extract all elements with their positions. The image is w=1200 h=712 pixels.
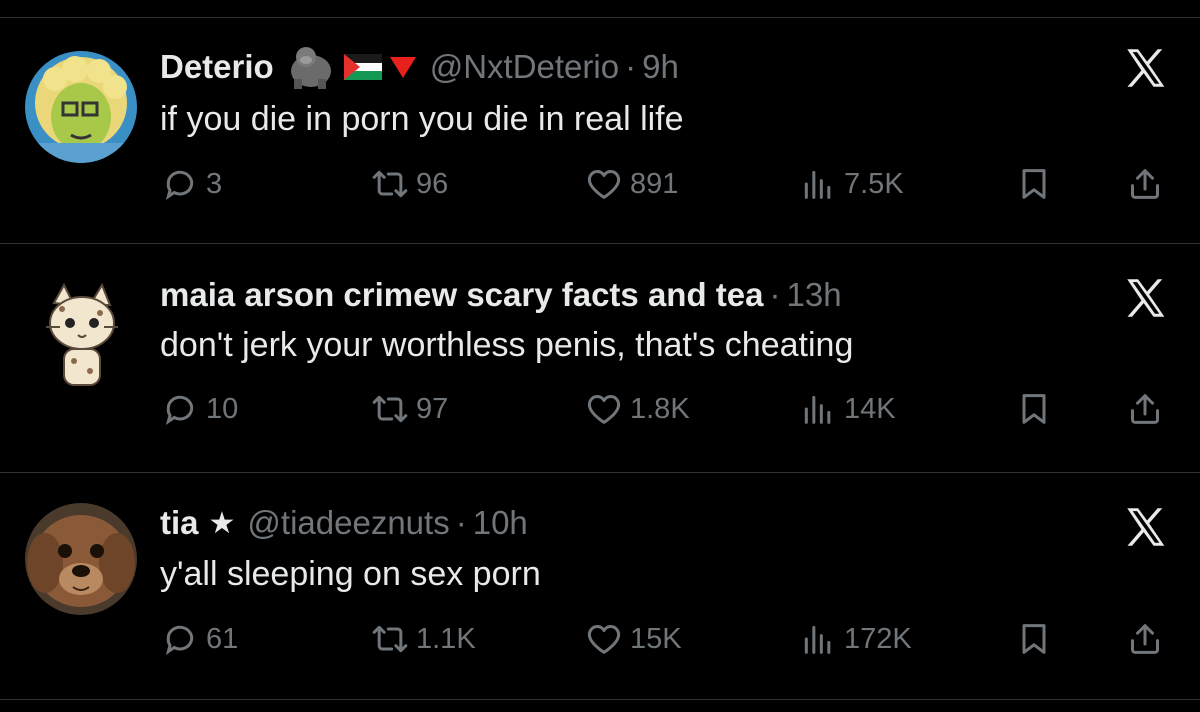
x-logo-icon[interactable] [1120,503,1172,553]
timestamp[interactable]: 13h [786,276,841,314]
star-badge: ★ [208,506,236,540]
retweet-icon [372,170,408,198]
tweet-text: if you die in porn you die in real life [160,100,684,138]
gorilla-emoji-icon [290,47,331,89]
tweet-maia[interactable]: maia arson crimew scary facts and tea · … [0,244,1200,473]
tweet-tia[interactable]: tia ★ @tiadeeznuts · 10h y'all sleeping … [0,473,1200,700]
tweet-header: maia arson crimew scary facts and tea · … [160,272,842,318]
name-badges [284,45,418,89]
tweet-text: don't jerk your worthless penis, that's … [160,326,854,364]
retweet-icon [372,395,408,423]
bookmark-button[interactable] [1014,389,1054,429]
like-count: 891 [630,167,679,200]
separator-dot: · [769,276,781,313]
avatar[interactable] [25,51,137,163]
like-button[interactable]: 15K [584,619,682,659]
like-count: 1.8K [630,392,690,425]
like-icon [587,395,621,424]
tweet-deterio[interactable]: Deterio @NxtDeterio · 9h if you die in p… [0,18,1200,244]
reply-icon [165,395,194,426]
views-button[interactable]: 172K [798,619,912,659]
bookmark-button[interactable] [1014,619,1054,659]
avatar[interactable] [25,503,137,615]
bookmark-icon [1022,169,1046,199]
display-name[interactable]: maia arson crimew scary facts and tea [160,276,763,314]
like-count: 15K [630,622,682,655]
tweet-header: tia ★ @tiadeeznuts · 10h [160,500,528,546]
reply-button[interactable]: 61 [160,619,238,659]
share-button[interactable] [1125,389,1165,429]
separator-dot: · [625,48,637,85]
like-icon [587,625,621,654]
palestine-flag-emoji-icon [343,54,382,80]
share-button[interactable] [1125,619,1165,659]
action-bar: 10 97 1.8K 14K [0,389,1200,429]
action-bar: 3 96 891 7.5K [0,164,1200,204]
views-count: 7.5K [844,167,904,200]
tweet-text: y'all sleeping on sex porn [160,555,541,593]
share-button[interactable] [1125,164,1165,204]
share-icon [1131,394,1159,424]
reply-count: 3 [206,167,223,200]
reply-icon [165,170,194,201]
avatar[interactable] [40,282,124,393]
like-button[interactable]: 891 [584,164,678,204]
reply-count: 10 [206,392,239,425]
bookmark-icon [1022,624,1046,654]
reply-count: 61 [206,622,239,655]
reply-icon [165,625,194,656]
retweet-button[interactable]: 1.1K [370,619,476,659]
timestamp[interactable]: 10h [473,504,528,542]
retweet-button[interactable]: 97 [370,389,448,429]
bookmark-button[interactable] [1014,164,1054,204]
separator-dot: · [455,504,467,541]
display-name[interactable]: Deterio [160,48,274,86]
like-button[interactable]: 1.8K [584,389,690,429]
views-icon [804,170,831,199]
timestamp[interactable]: 9h [642,48,679,86]
retweet-count: 96 [416,167,449,200]
handle[interactable]: @NxtDeterio [430,48,619,86]
display-name[interactable]: tia [160,504,199,542]
reply-button[interactable]: 10 [160,389,238,429]
retweet-count: 1.1K [416,622,476,655]
x-logo-icon[interactable] [1120,274,1172,324]
retweet-count: 97 [416,392,449,425]
views-count: 14K [844,392,896,425]
bookmark-icon [1022,394,1046,424]
share-icon [1131,169,1159,199]
like-icon [587,170,621,199]
handle[interactable]: @tiadeeznuts [247,504,449,542]
x-logo-icon[interactable] [1120,44,1172,94]
views-icon [804,395,831,424]
tweet-header: Deterio @NxtDeterio · 9h [160,44,679,90]
action-bar: 61 1.1K 15K 172K [0,619,1200,659]
reply-button[interactable]: 3 [160,164,222,204]
share-icon [1131,624,1159,654]
retweet-button[interactable]: 96 [370,164,448,204]
views-button[interactable]: 14K [798,389,896,429]
views-count: 172K [844,622,912,655]
views-icon [804,625,831,654]
retweet-icon [372,625,408,653]
red-triangle-emoji-icon [389,57,416,78]
views-button[interactable]: 7.5K [798,164,904,204]
